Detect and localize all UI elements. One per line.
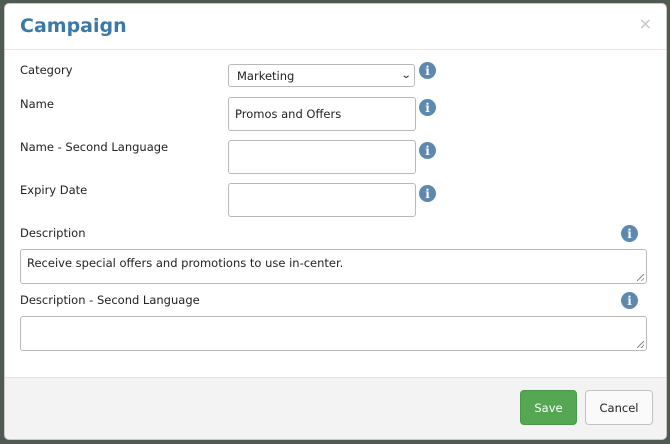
modal-title: Campaign [20, 15, 127, 37]
expiry-date-info-icon[interactable]: i [419, 185, 436, 202]
name-second-language-input[interactable] [228, 140, 416, 174]
category-select[interactable]: Marketing ⌄ [228, 64, 415, 87]
name-second-language-info-icon[interactable]: i [419, 142, 436, 159]
description-second-language-textarea[interactable] [20, 316, 647, 351]
name-label: Name [20, 97, 54, 111]
save-button[interactable]: Save [520, 390, 577, 425]
description-label: Description [20, 226, 86, 240]
cancel-button[interactable]: Cancel [585, 390, 653, 425]
expiry-date-label: Expiry Date [20, 183, 88, 197]
description-text: Receive special offers and promotions to… [27, 256, 344, 270]
modal-footer: Save Cancel [5, 377, 666, 439]
description-textarea[interactable]: Receive special offers and promotions to… [20, 249, 647, 284]
modal-header: Campaign × [5, 4, 666, 50]
name-info-icon[interactable]: i [419, 99, 436, 116]
category-label: Category [20, 63, 73, 77]
expiry-date-input[interactable] [228, 183, 416, 217]
description-second-language-info-icon[interactable]: i [621, 292, 638, 309]
close-button[interactable]: × [639, 16, 652, 32]
name-input[interactable]: Promos and Offers [228, 97, 416, 131]
description-second-language-label: Description - Second Language [20, 293, 200, 307]
resize-grip-icon[interactable] [637, 341, 644, 348]
description-info-icon[interactable]: i [621, 225, 638, 242]
campaign-modal: Campaign × Category Marketing ⌄ i Name P… [4, 3, 667, 440]
resize-grip-icon[interactable] [637, 274, 644, 281]
category-info-icon[interactable]: i [419, 62, 436, 79]
category-select-value: Marketing [237, 68, 295, 83]
chevron-down-icon: ⌄ [400, 70, 412, 81]
name-second-language-label: Name - Second Language [20, 140, 169, 154]
